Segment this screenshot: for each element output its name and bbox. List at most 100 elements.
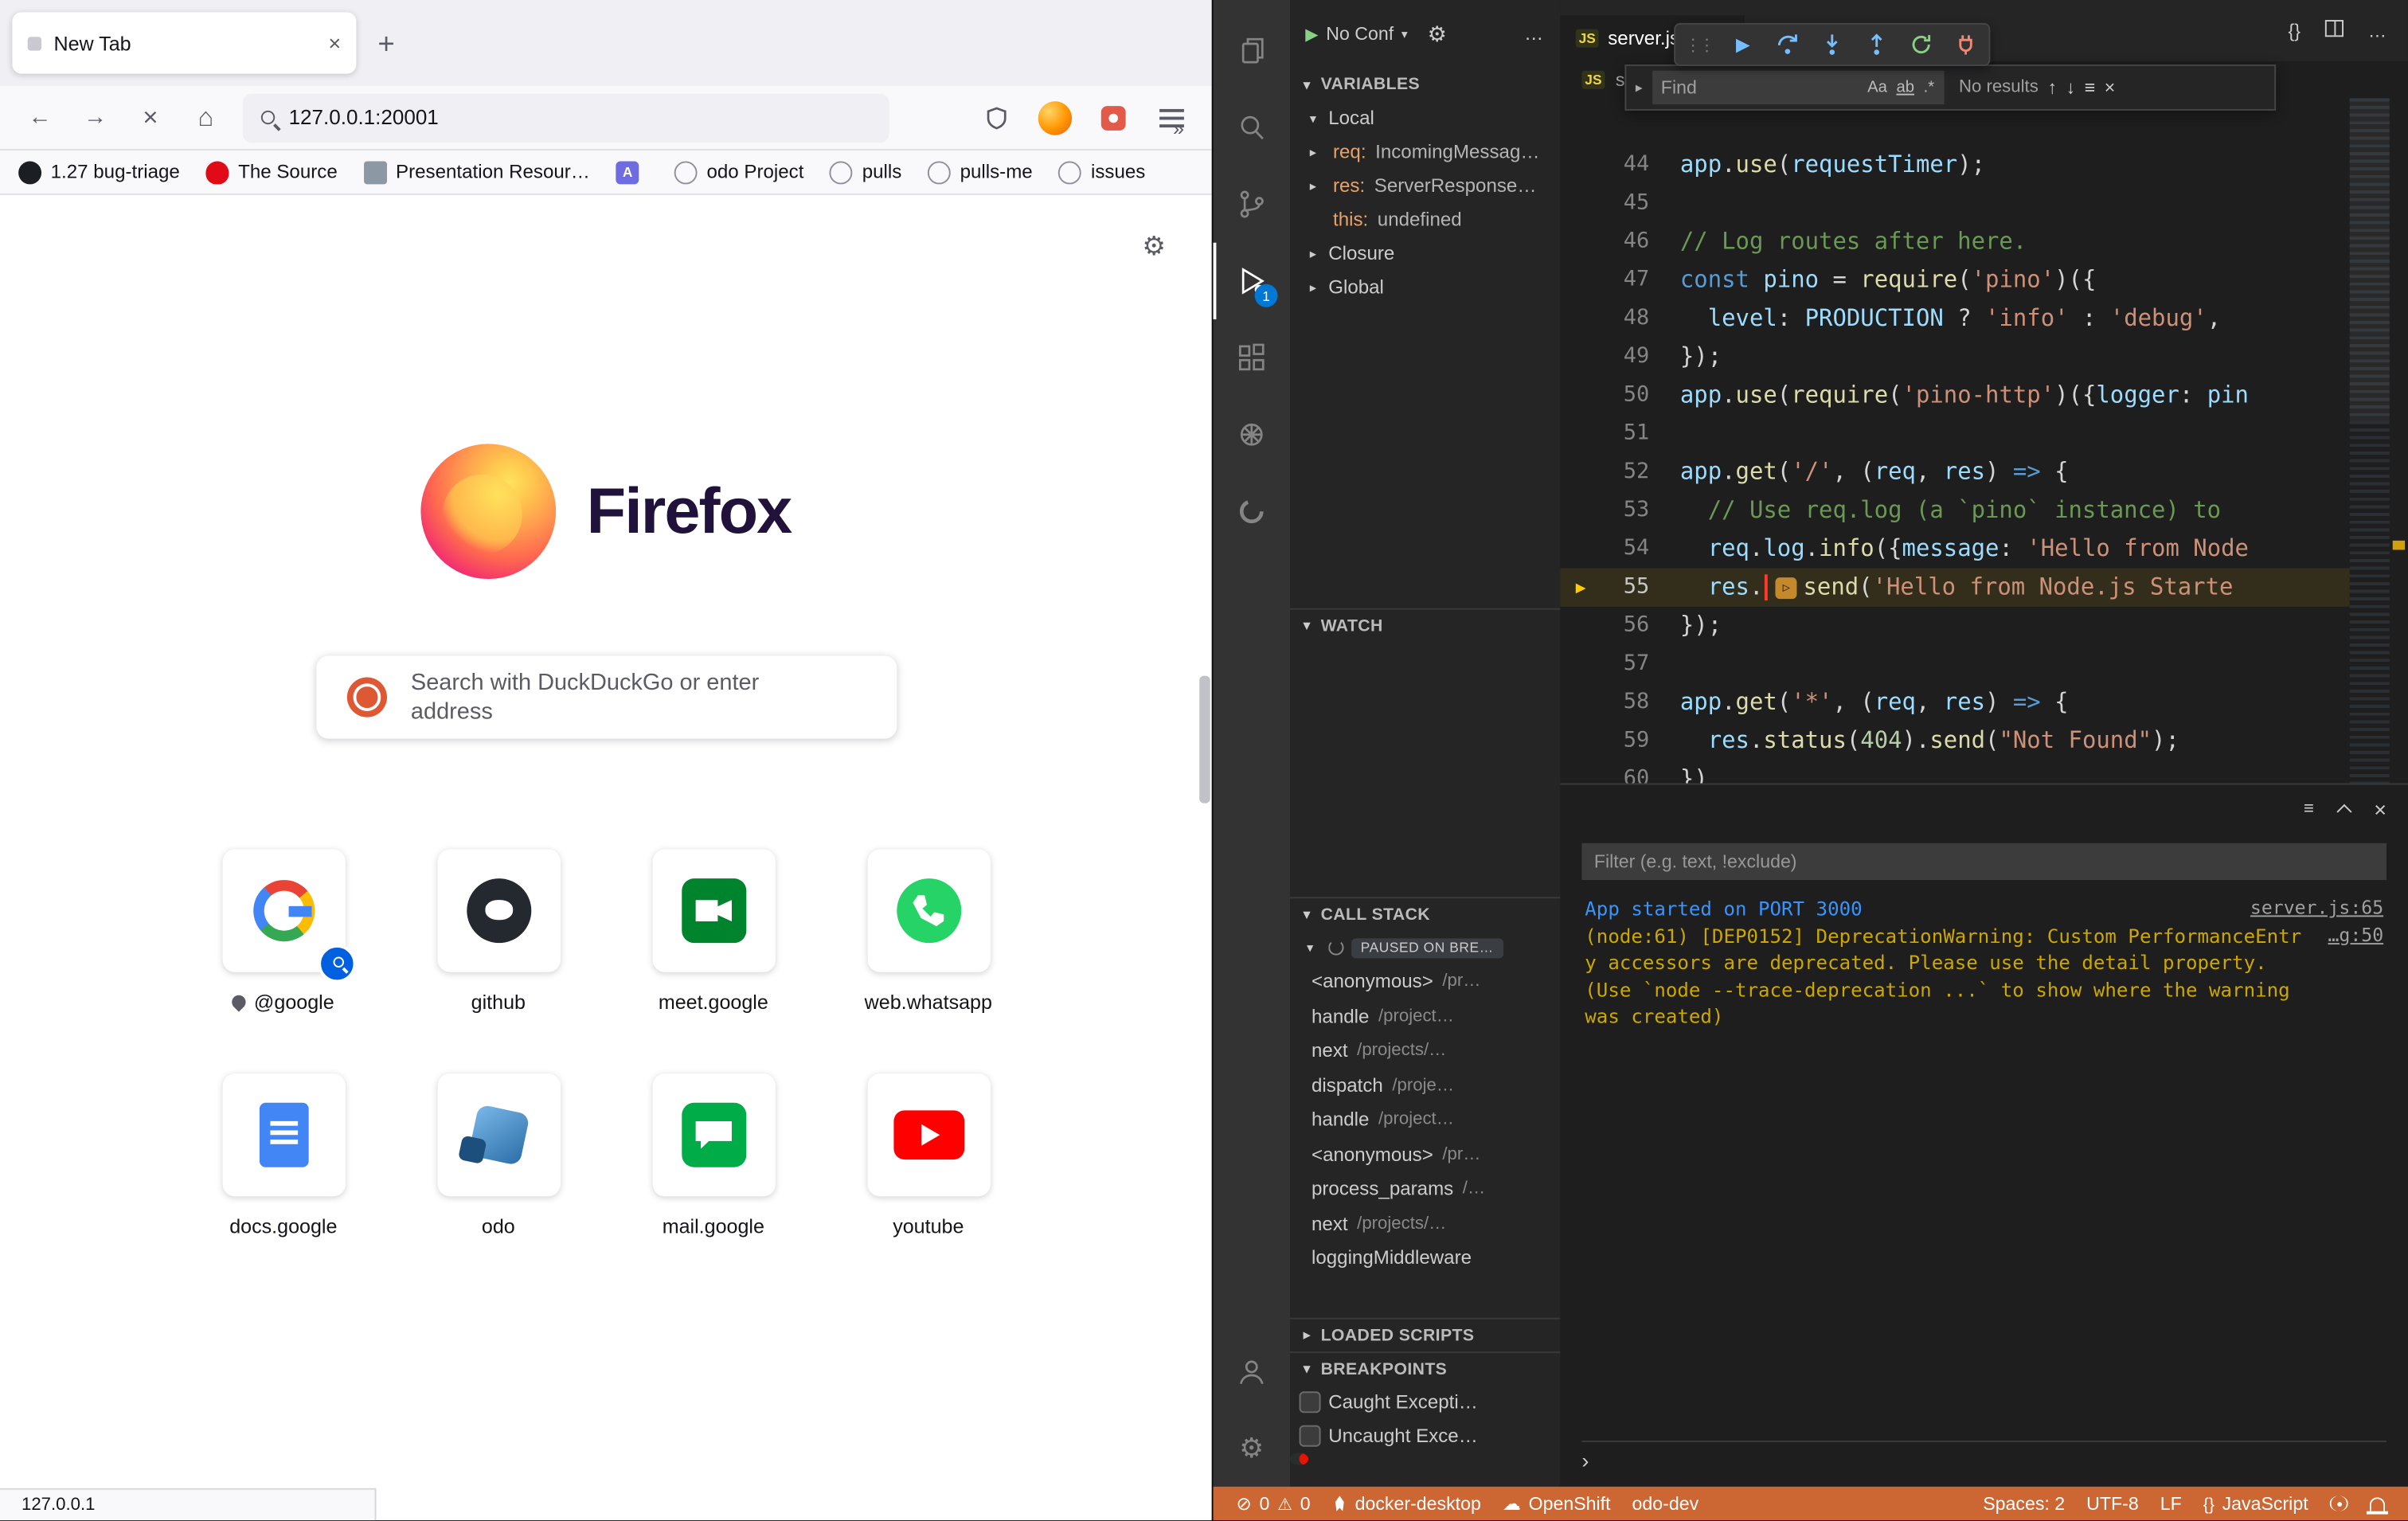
source-control-icon[interactable] [1214,166,1290,242]
search-icon[interactable] [1214,89,1290,166]
tile-card[interactable] [437,1073,560,1196]
code-line[interactable]: 48 level: PRODUCTION ? 'info' : 'debug', [1560,299,2349,338]
bookmark-item[interactable]: The Source [206,161,338,184]
find-in-selection-icon[interactable] [2085,76,2096,98]
code-text[interactable]: app.get('*', (req, res) => { [1680,683,2069,721]
home-button[interactable] [182,96,231,139]
chevron-down-icon[interactable] [1401,27,1408,41]
code-text[interactable]: app.use(require('pino-http')({logger: pi… [1680,376,2249,414]
next-match-icon[interactable] [2066,76,2076,98]
indentation-status[interactable]: Spaces: 2 [1972,1487,2076,1520]
code-text[interactable]: }); [1680,607,1722,645]
code-line[interactable]: 58 app.get('*', (req, res) => { [1560,683,2349,721]
code-text[interactable]: req.log.info({message: 'Hello from Node [1680,530,2249,568]
whole-word-toggle[interactable]: ab [1896,78,1914,96]
kubernetes-icon[interactable] [1214,397,1290,473]
step-into-icon[interactable] [1818,31,1846,59]
toggle-replace-icon[interactable] [1636,79,1643,96]
problems-status[interactable]: 0 0 [1226,1487,1321,1520]
shortcut-tile[interactable]: @google [188,849,378,1013]
eol-status[interactable]: LF [2149,1487,2192,1520]
new-tab-button[interactable] [377,29,394,63]
code-line[interactable]: 56 }); [1560,607,2349,645]
debug-config-dropdown[interactable]: No Conf [1326,23,1394,45]
loaded-scripts-section-header[interactable]: LOADED SCRIPTS [1290,1318,1560,1351]
notifications-status[interactable] [2359,1487,2395,1520]
breakpoint-row[interactable]: Uncaught Exce… [1290,1419,1560,1453]
bookmark-item[interactable]: issues [1059,161,1146,184]
forward-button[interactable] [71,96,120,139]
continue-icon[interactable] [1730,31,1757,59]
code-text[interactable]: }) [1680,760,1708,784]
debug-settings-gear-icon[interactable] [1428,21,1447,47]
line-gutter[interactable]: 52 [1560,453,1679,491]
close-find-icon[interactable] [2105,76,2116,98]
code-line[interactable]: 52 app.get('/', (req, res) => { [1560,453,2349,491]
code-text[interactable]: level: PRODUCTION ? 'info' : 'debug', [1680,299,2221,338]
stack-frame[interactable]: next /projects/… [1290,1206,1560,1241]
debug-console-input[interactable] [1581,1441,2386,1477]
shortcut-tile[interactable]: meet.google [618,849,808,1013]
tile-card[interactable] [222,849,345,972]
code-line[interactable]: 51 [1560,415,2349,453]
code-text[interactable]: app.get('/', (req, res) => { [1680,453,2069,491]
variable-row[interactable]: this: undefined [1290,203,1560,237]
stack-frame[interactable]: <anonymous> /pr… [1290,964,1560,999]
tile-card[interactable] [437,849,560,972]
line-gutter[interactable]: 57 [1560,645,1679,683]
code-text[interactable]: res.send('Hello from Node.js Starte [1680,569,2234,607]
code-line[interactable]: 45 [1560,184,2349,222]
stack-frame[interactable]: process_params /… [1290,1171,1560,1206]
line-gutter[interactable]: 49 [1560,338,1679,376]
stack-frame[interactable]: loggingMiddleware [1290,1241,1560,1275]
code-line[interactable]: 49 }); [1560,338,2349,376]
code-line[interactable]: 53 // Use req.log (a `pino` instance) to [1560,491,2349,530]
breakpoints-section-header[interactable]: BREAKPOINTS [1290,1351,1560,1385]
line-gutter[interactable]: 44 [1560,146,1679,184]
variable-row[interactable]: ▸ Closure [1290,237,1560,270]
code-line[interactable]: 44 app.use(requestTimer); [1560,146,2349,184]
shortcut-tile[interactable]: docs.google [188,1073,378,1238]
bookmark-item[interactable]: pulls-me [928,161,1033,184]
shortcut-tile[interactable]: youtube [833,1073,1023,1238]
bookmark-item[interactable]: odo Project [674,161,803,184]
profile-avatar[interactable] [1030,96,1080,139]
line-gutter[interactable]: 51 [1560,415,1679,453]
line-gutter[interactable]: 45 [1560,184,1679,222]
shield-icon[interactable] [972,96,1022,139]
source-link[interactable]: server.js:65 [2250,895,2383,922]
code-text[interactable]: }); [1680,338,1722,376]
more-actions-icon[interactable] [2368,20,2386,41]
line-gutter[interactable]: 60 [1560,760,1679,784]
shortcut-tile[interactable]: odo [403,1073,593,1238]
previous-match-icon[interactable] [2047,76,2057,98]
regex-toggle[interactable]: .* [1924,78,1935,96]
callstack-section-header[interactable]: CALL STACK [1290,897,1560,930]
line-gutter[interactable]: 54 [1560,530,1679,568]
code-line[interactable]: 47 const pino = require('pino')({ [1560,261,2349,299]
bookmark-item[interactable]: 1.27 bug-triage [18,161,180,184]
manage-gear-icon[interactable] [1214,1410,1290,1486]
code-text[interactable]: app.use(requestTimer); [1680,146,1985,184]
more-actions-icon[interactable] [1524,23,1545,45]
tile-card[interactable] [222,1073,345,1196]
tile-card[interactable] [652,1073,775,1196]
bookmarks-overflow-chevron[interactable] [1173,117,1184,140]
line-gutter[interactable]: 48 [1560,299,1679,338]
code-line[interactable]: 54 req.log.info({message: 'Hello from No… [1560,530,2349,568]
line-gutter[interactable]: 56 [1560,607,1679,645]
tab-close-icon[interactable] [328,31,341,56]
watch-section-header[interactable]: WATCH [1290,608,1560,642]
line-gutter[interactable]: 46 [1560,223,1679,261]
accounts-icon[interactable] [1214,1333,1290,1410]
stack-frame[interactable]: <anonymous> /pr… [1290,1137,1560,1171]
code-line[interactable]: 55 res.send('Hello from Node.js Starte [1560,569,2349,607]
output-actions-icon[interactable] [2304,800,2314,819]
code-text[interactable]: res.status(404).send("Not Found"); [1680,721,2179,760]
stack-frame[interactable]: next /projects/… [1290,1034,1560,1068]
code-line[interactable]: 46 // Log routes after here. [1560,223,2349,261]
tile-card[interactable] [652,849,775,972]
code-text[interactable]: // Log routes after here. [1680,223,2027,261]
bookmark-item[interactable]: Presentation Resour… [364,161,590,184]
explorer-icon[interactable] [1214,12,1290,88]
